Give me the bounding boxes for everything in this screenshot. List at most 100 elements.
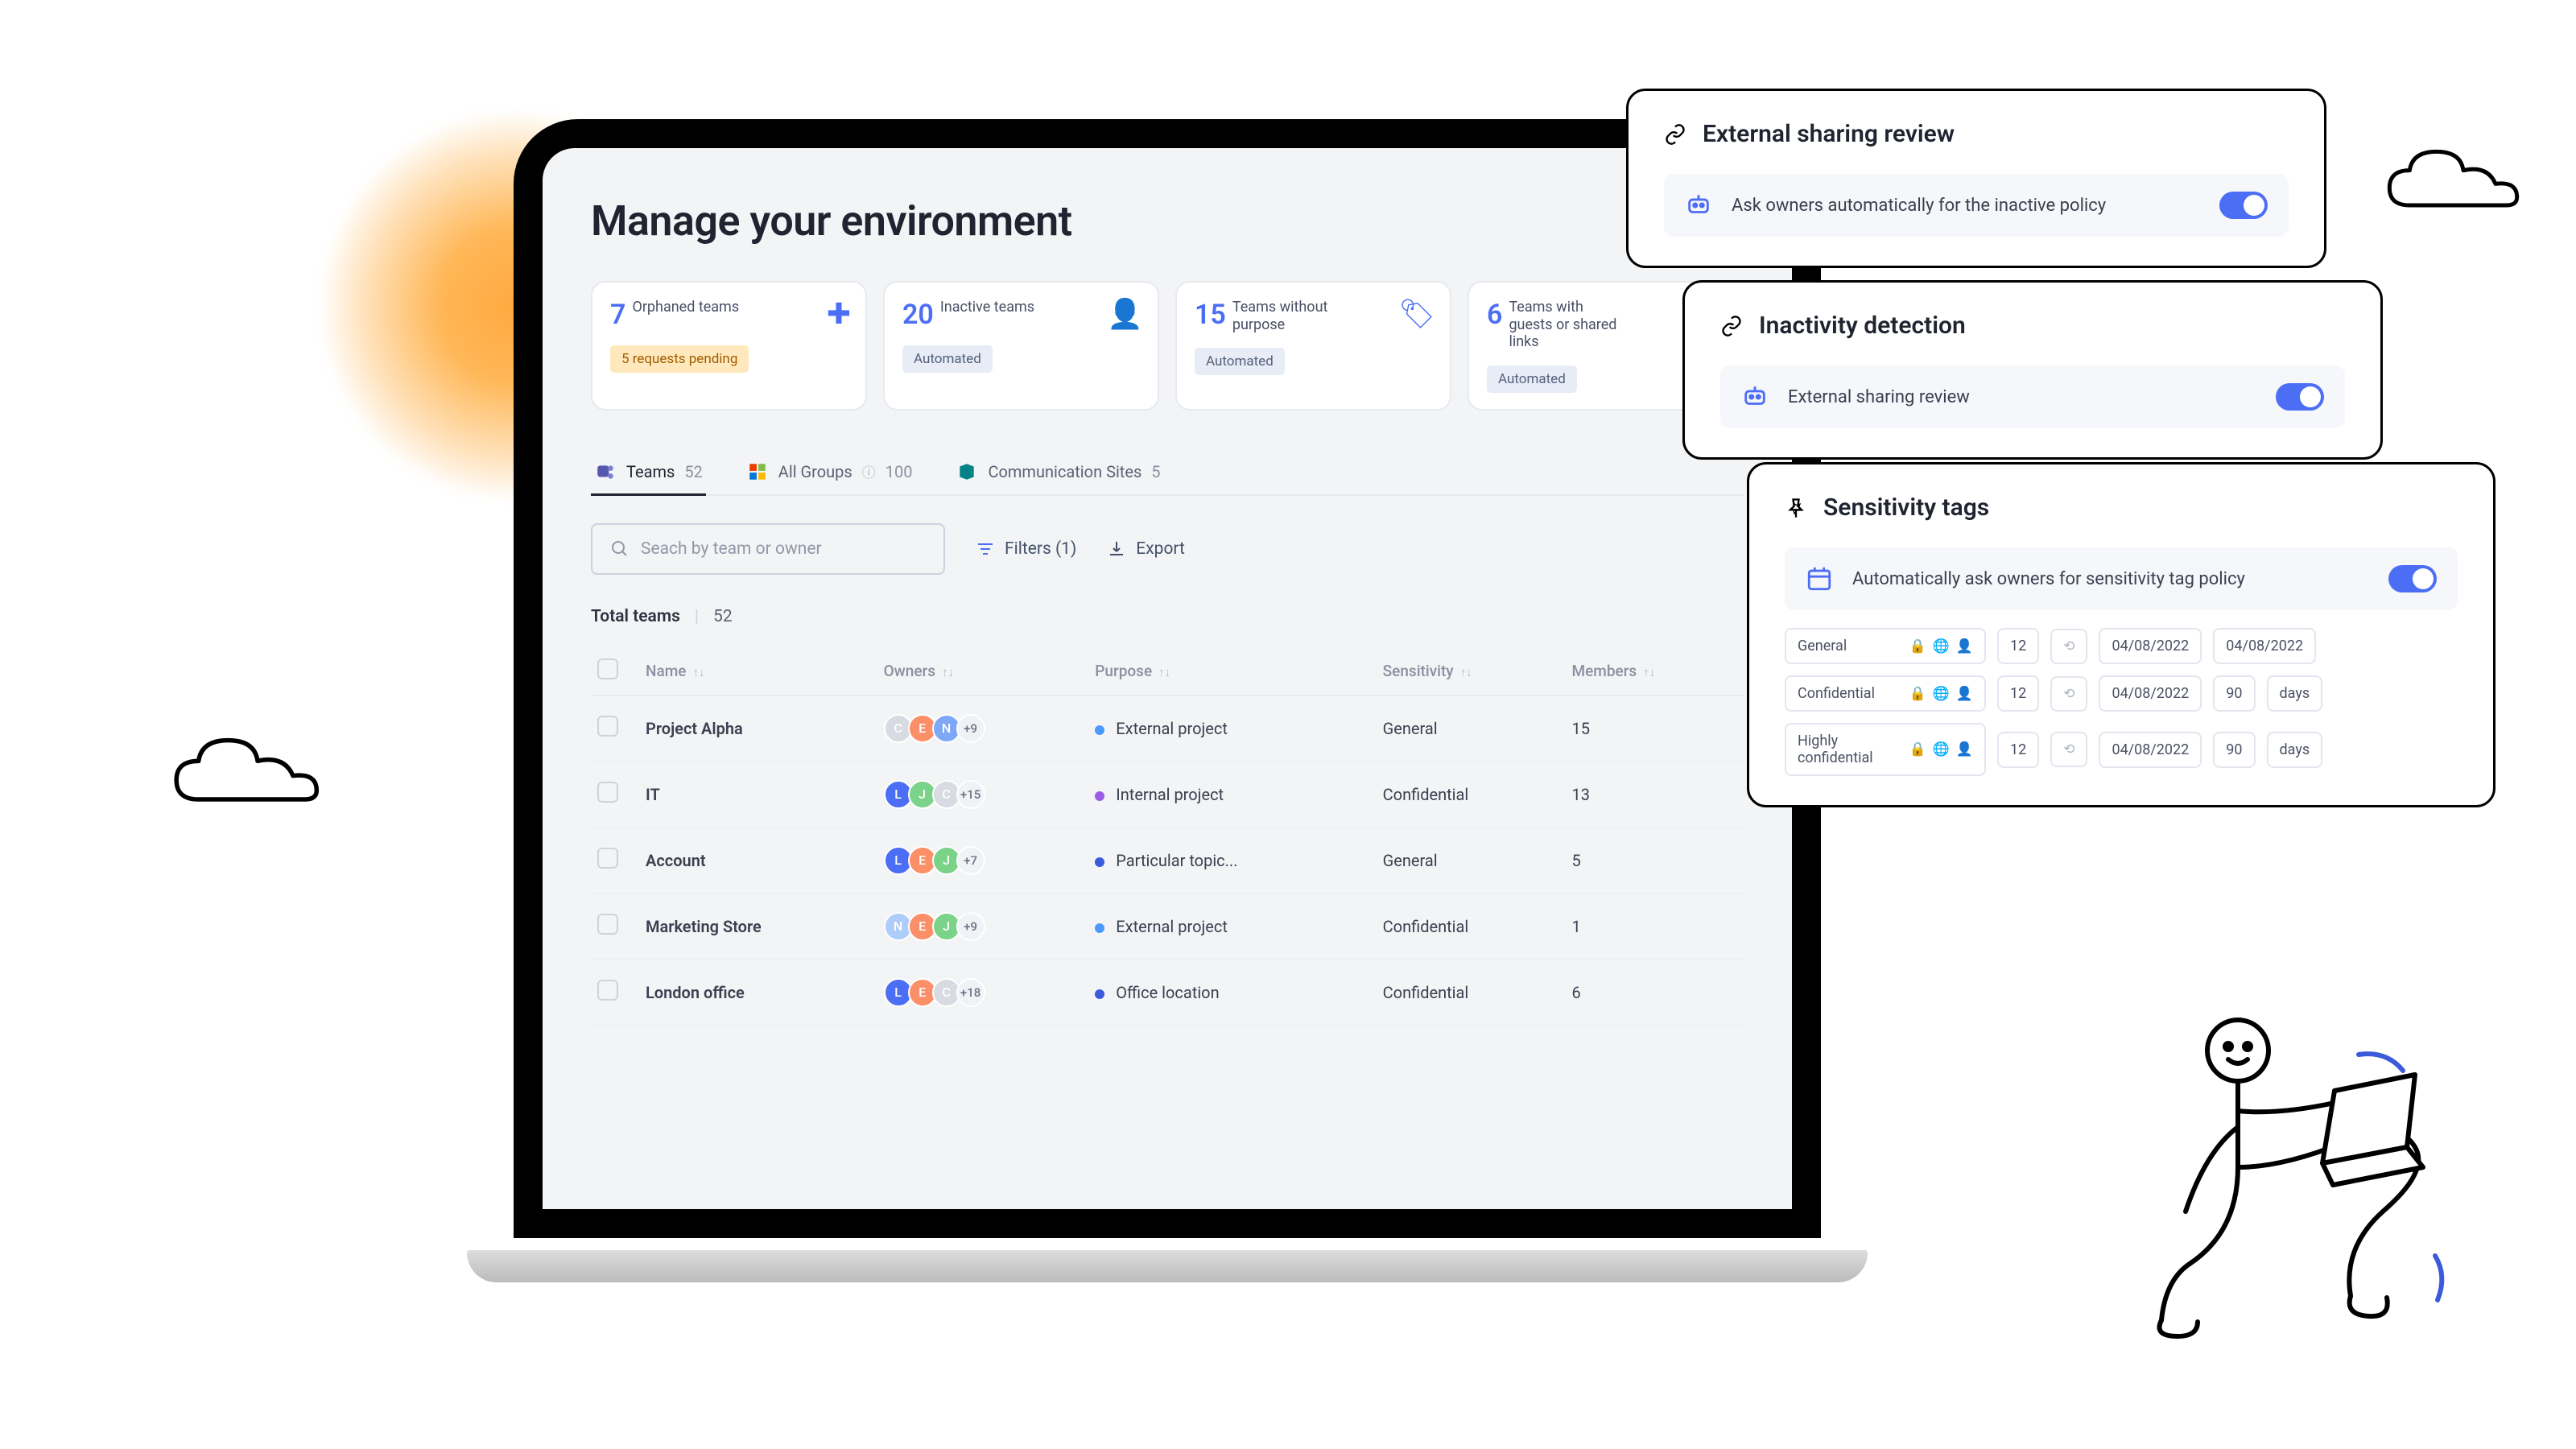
avatar-more[interactable]: +9 (956, 912, 985, 941)
sort-icon: ↑↓ (942, 665, 954, 679)
teams-icon (594, 460, 617, 483)
avatar-more[interactable]: +7 (956, 846, 985, 875)
sensitivity-row: Highly confidential🔒🌐👤 12 ⟲ 04/08/2022 90 day… (1785, 723, 2458, 776)
row-checkbox[interactable] (597, 914, 618, 935)
duration-unit[interactable]: days (2267, 732, 2323, 768)
pin-icon (1785, 497, 1807, 519)
sensitivity-name[interactable]: General🔒🌐👤 (1785, 628, 1986, 664)
avatar-more[interactable]: +9 (956, 714, 985, 743)
search-icon (610, 539, 630, 559)
scorecard-badge: Automated (1487, 365, 1577, 393)
tab-sites[interactable]: Communication Sites5 (952, 449, 1163, 494)
column-header[interactable]: Purpose↑↓ (1088, 647, 1376, 696)
download-icon (1107, 539, 1126, 559)
cell-owners: LEC+18 (877, 960, 1089, 1026)
purpose-dot (1095, 857, 1104, 867)
cell-purpose: Internal project (1088, 762, 1376, 828)
scorecard-badge: Automated (902, 345, 993, 373)
cell-purpose: Particular topic... (1088, 828, 1376, 894)
filter-icon (976, 539, 995, 559)
avatar-more[interactable]: +18 (956, 978, 985, 1007)
scorecard-label: Orphaned teams (632, 299, 739, 316)
refresh-pill[interactable]: ⟲ (2050, 629, 2087, 664)
cell-name: Account (639, 828, 877, 894)
row-checkbox[interactable] (597, 782, 618, 803)
table-row[interactable]: Marketing StoreNEJ+9External projectConf… (591, 894, 1744, 960)
total-count: Total teams | 52 (591, 607, 1744, 626)
cell-name: Marketing Store (639, 894, 877, 960)
date-pill[interactable]: 04/08/2022 (2099, 732, 2202, 768)
duration-n[interactable]: 90 (2213, 675, 2255, 712)
row-checkbox[interactable] (597, 716, 618, 737)
table-row[interactable]: ITLJC+15Internal projectConfidential13 (591, 762, 1744, 828)
cell-members: 1 (1566, 894, 1744, 960)
globe-icon: 🌐 (1933, 741, 1950, 758)
date-pill[interactable]: 04/08/2022 (2099, 675, 2202, 712)
groups-icon (746, 460, 769, 483)
duration-n[interactable]: 90 (2213, 732, 2255, 768)
toggle-switch[interactable] (2276, 383, 2324, 411)
scorecard-label: Teams without purpose (1232, 299, 1353, 333)
scorecard-badge: Automated (1195, 348, 1285, 375)
sensitivity-rows: General🔒🌐👤 12 ⟲ 04/08/2022 04/08/2022 Confide… (1785, 628, 2458, 776)
scorecard-icon: ✚ (827, 297, 851, 331)
sensitivity-name[interactable]: Confidential🔒🌐👤 (1785, 675, 1986, 712)
toggle-switch[interactable] (2388, 565, 2437, 592)
date-pill[interactable]: 04/08/2022 (2213, 628, 2316, 664)
select-all-checkbox[interactable] (597, 658, 618, 679)
table-row[interactable]: AccountLEJ+7Particular topic...General5 (591, 828, 1744, 894)
laptop-bezel: Manage your environment ✚7Orphaned teams… (514, 119, 1821, 1238)
cell-members: 6 (1566, 960, 1744, 1026)
sensitivity-row: General🔒🌐👤12⟲04/08/202204/08/2022 (1785, 628, 2458, 664)
scorecard[interactable]: ✚7Orphaned teams5 requests pending (591, 281, 867, 411)
bot-icon (1685, 192, 1712, 219)
count-pill: 12 (1997, 732, 2039, 768)
app-viewport: Manage your environment ✚7Orphaned teams… (543, 148, 1792, 1209)
scorecard-badge: 5 requests pending (610, 345, 749, 373)
cell-sensitivity: Confidential (1377, 960, 1566, 1026)
duration-unit[interactable]: days (2267, 675, 2323, 712)
scorecard[interactable]: 👤20Inactive teamsAutomated (883, 281, 1159, 411)
scorecard-count: 15 (1195, 299, 1226, 331)
cell-sensitivity: General (1377, 828, 1566, 894)
column-header[interactable]: Owners↑↓ (877, 647, 1089, 696)
column-header[interactable]: Sensitivity↑↓ (1377, 647, 1566, 696)
column-header[interactable]: Name↑↓ (639, 647, 877, 696)
avatar-more[interactable]: +15 (956, 780, 985, 809)
cell-owners: LJC+15 (877, 762, 1089, 828)
cell-purpose: External project (1088, 696, 1376, 762)
policy-toggle-row: Ask owners automatically for the inactiv… (1664, 174, 2289, 237)
scorecard[interactable]: 🏷15Teams without purposeAutomated (1175, 281, 1451, 411)
tab-teams[interactable]: Teams52 (591, 449, 706, 494)
cell-owners: LEJ+7 (877, 828, 1089, 894)
sort-icon: ↑↓ (692, 665, 704, 679)
refresh-pill[interactable]: ⟲ (2050, 732, 2087, 767)
count-pill: 12 (1997, 675, 2039, 712)
row-checkbox[interactable] (597, 980, 618, 1001)
table-row[interactable]: Project AlphaCEN+9External projectGenera… (591, 696, 1744, 762)
cloud-icon-right (2383, 137, 2544, 225)
refresh-pill[interactable]: ⟲ (2050, 676, 2087, 712)
cell-name: Project Alpha (639, 696, 877, 762)
column-header[interactable]: Members↑↓ (1566, 647, 1744, 696)
sort-icon: ↑↓ (1460, 665, 1472, 679)
export-button[interactable]: Export (1107, 539, 1185, 559)
tab-bar: Teams52 All Groupsⓘ100 Communication Sites… (591, 449, 1744, 496)
date-pill[interactable]: 04/08/2022 (2099, 628, 2202, 664)
scorecard-count: 20 (902, 299, 934, 331)
search-input[interactable]: Seach by team or owner (591, 523, 945, 575)
refresh-off-icon: ⟲ (2063, 741, 2074, 758)
cell-members: 5 (1566, 828, 1744, 894)
row-checkbox[interactable] (597, 848, 618, 869)
refresh-off-icon: ⟲ (2063, 686, 2074, 702)
toggle-switch[interactable] (2219, 192, 2268, 219)
lock-icon: 🔒 (1909, 638, 1926, 654)
cell-members: 13 (1566, 762, 1744, 828)
table-row[interactable]: London officeLEC+18Office locationConfid… (591, 960, 1744, 1026)
tab-groups[interactable]: All Groupsⓘ100 (743, 449, 916, 494)
scorecard-count: 6 (1487, 299, 1502, 331)
filters-button[interactable]: Filters (1) (976, 539, 1076, 559)
cloud-icon-left (169, 724, 346, 821)
page-title: Manage your environment (591, 196, 1744, 246)
sensitivity-name[interactable]: Highly confidential🔒🌐👤 (1785, 723, 1986, 776)
